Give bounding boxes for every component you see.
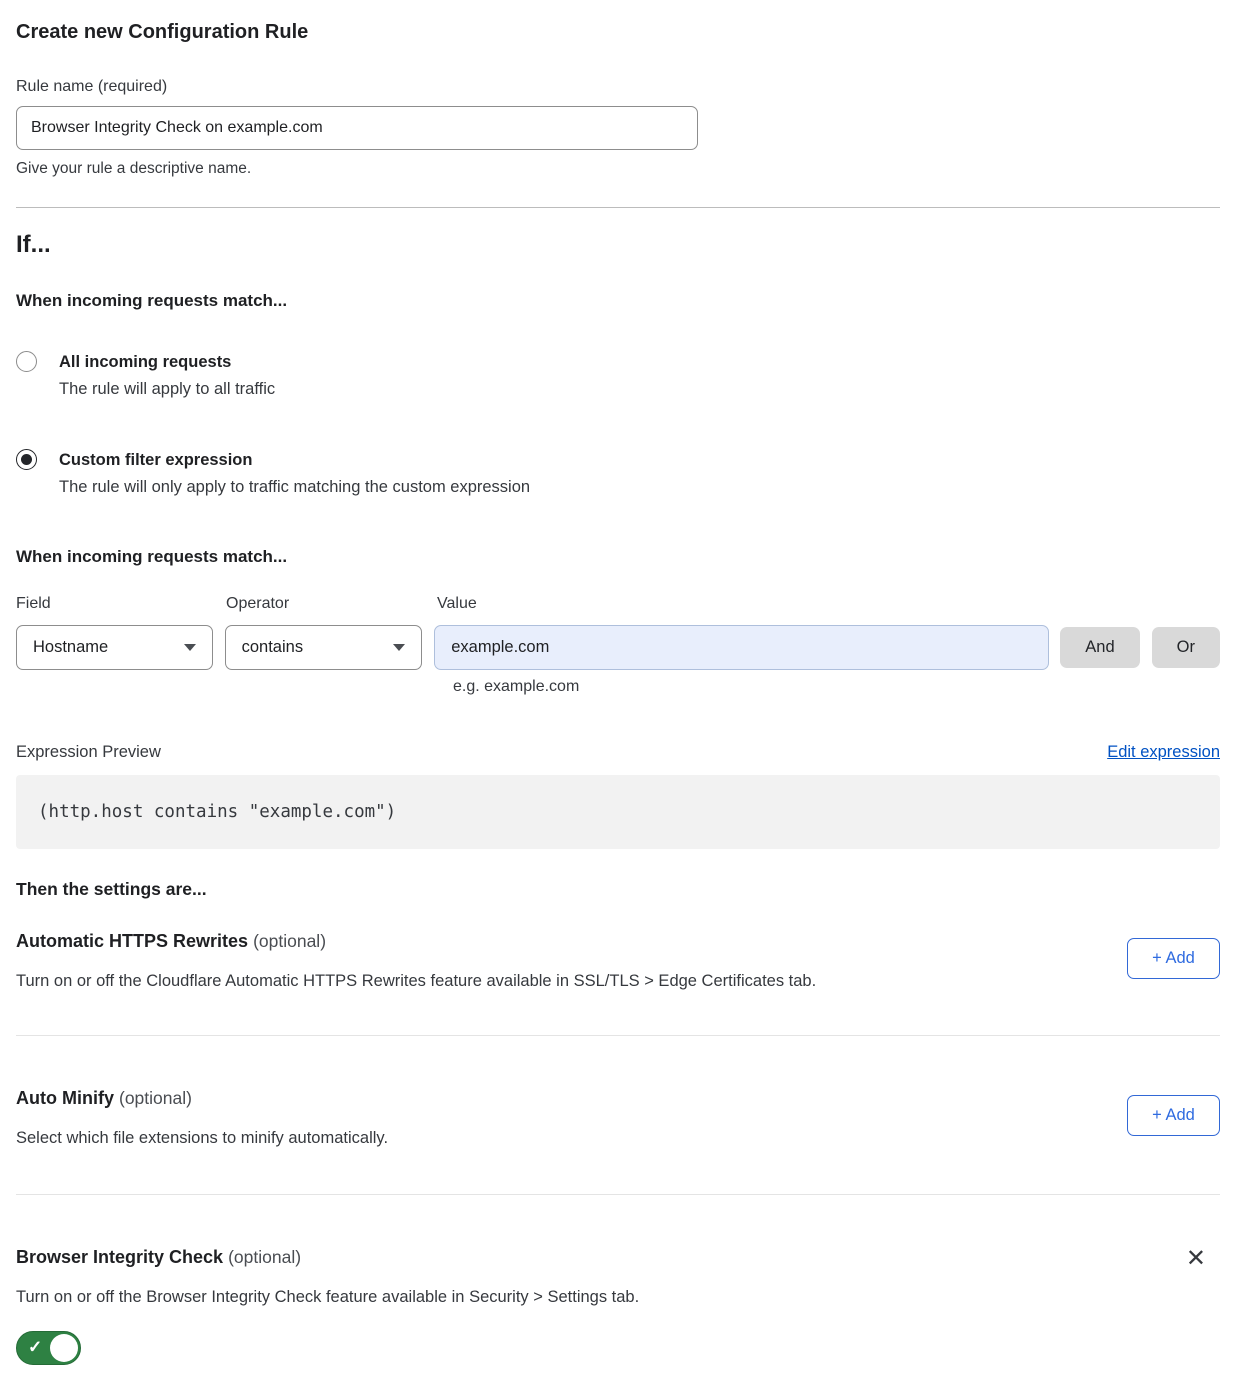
operator-column-label: Operator — [226, 593, 437, 615]
field-column-label: Field — [16, 593, 226, 615]
setting-title: Automatic HTTPS Rewrites (optional) — [16, 929, 816, 953]
value-input[interactable] — [434, 625, 1049, 670]
close-icon[interactable]: ✕ — [1186, 1247, 1206, 1271]
setting-name: Automatic HTTPS Rewrites — [16, 931, 248, 951]
rule-name-input[interactable] — [16, 106, 698, 150]
operator-select[interactable]: contains — [225, 625, 423, 670]
setting-title: Browser Integrity Check (optional) — [16, 1245, 639, 1269]
or-button[interactable]: Or — [1152, 627, 1220, 668]
then-heading: Then the settings are... — [16, 877, 1220, 901]
setting-divider — [16, 1194, 1220, 1195]
expression-preview-label: Expression Preview — [16, 741, 161, 763]
field-select-value: Hostname — [33, 638, 108, 657]
setting-divider — [16, 1035, 1220, 1036]
setting-auto-minify: Auto Minify (optional) Select which file… — [16, 1086, 1220, 1194]
builder-column-labels: Field Operator Value — [16, 593, 1220, 615]
match-heading: When incoming requests match... — [16, 289, 1220, 313]
radio-custom-filter-label: Custom filter expression — [59, 447, 530, 473]
setting-name: Auto Minify — [16, 1088, 114, 1108]
radio-dot — [21, 454, 32, 465]
expression-builder-row: Hostname contains And Or — [16, 625, 1220, 670]
page-title: Create new Configuration Rule — [16, 18, 1220, 46]
check-icon: ✓ — [28, 1338, 42, 1358]
browser-integrity-check-toggle[interactable]: ✓ — [16, 1331, 81, 1365]
radio-all-incoming-label: All incoming requests — [59, 349, 275, 375]
value-column-label: Value — [437, 593, 477, 615]
create-configuration-rule-form: Create new Configuration Rule Rule name … — [0, 0, 1237, 1385]
section-divider — [16, 207, 1220, 208]
rule-name-helper: Give your rule a descriptive name. — [16, 159, 1220, 179]
expression-preview-header: Expression Preview Edit expression — [16, 741, 1220, 763]
chevron-down-icon — [393, 644, 405, 651]
edit-expression-link[interactable]: Edit expression — [1107, 741, 1220, 763]
add-auto-minify-button[interactable]: + Add — [1127, 1095, 1220, 1136]
builder-heading: When incoming requests match... — [16, 545, 1220, 569]
setting-optional-tag: (optional) — [253, 931, 326, 951]
setting-optional-tag: (optional) — [119, 1088, 192, 1108]
setting-name: Browser Integrity Check — [16, 1247, 223, 1267]
radio-all-incoming-desc: The rule will apply to all traffic — [59, 375, 275, 403]
setting-optional-tag: (optional) — [228, 1247, 301, 1267]
if-heading: If... — [16, 229, 1220, 261]
radio-custom-filter-control[interactable] — [16, 449, 37, 470]
and-button[interactable]: And — [1060, 627, 1139, 668]
radio-option-custom-filter[interactable]: Custom filter expression The rule will o… — [16, 447, 1220, 501]
add-automatic-https-rewrites-button[interactable]: + Add — [1127, 938, 1220, 979]
setting-title: Auto Minify (optional) — [16, 1086, 388, 1110]
chevron-down-icon — [184, 644, 196, 651]
radio-option-all-incoming[interactable]: All incoming requests The rule will appl… — [16, 349, 1220, 403]
rule-name-label: Rule name (required) — [16, 76, 1220, 98]
setting-description: Turn on or off the Browser Integrity Che… — [16, 1285, 639, 1309]
operator-select-value: contains — [242, 638, 303, 657]
expression-preview-code: (http.host contains "example.com") — [16, 775, 1220, 849]
radio-custom-filter-desc: The rule will only apply to traffic matc… — [59, 473, 530, 501]
radio-all-incoming-control[interactable] — [16, 351, 37, 372]
setting-description: Select which file extensions to minify a… — [16, 1126, 388, 1150]
value-helper: e.g. example.com — [453, 677, 1220, 697]
toggle-knob[interactable] — [50, 1334, 78, 1362]
setting-description: Turn on or off the Cloudflare Automatic … — [16, 969, 816, 993]
expression-code-text: (http.host contains "example.com") — [38, 802, 396, 822]
setting-automatic-https-rewrites: Automatic HTTPS Rewrites (optional) Turn… — [16, 929, 1220, 1035]
setting-browser-integrity-check: Browser Integrity Check (optional) Turn … — [16, 1245, 1220, 1365]
field-select[interactable]: Hostname — [16, 625, 213, 670]
